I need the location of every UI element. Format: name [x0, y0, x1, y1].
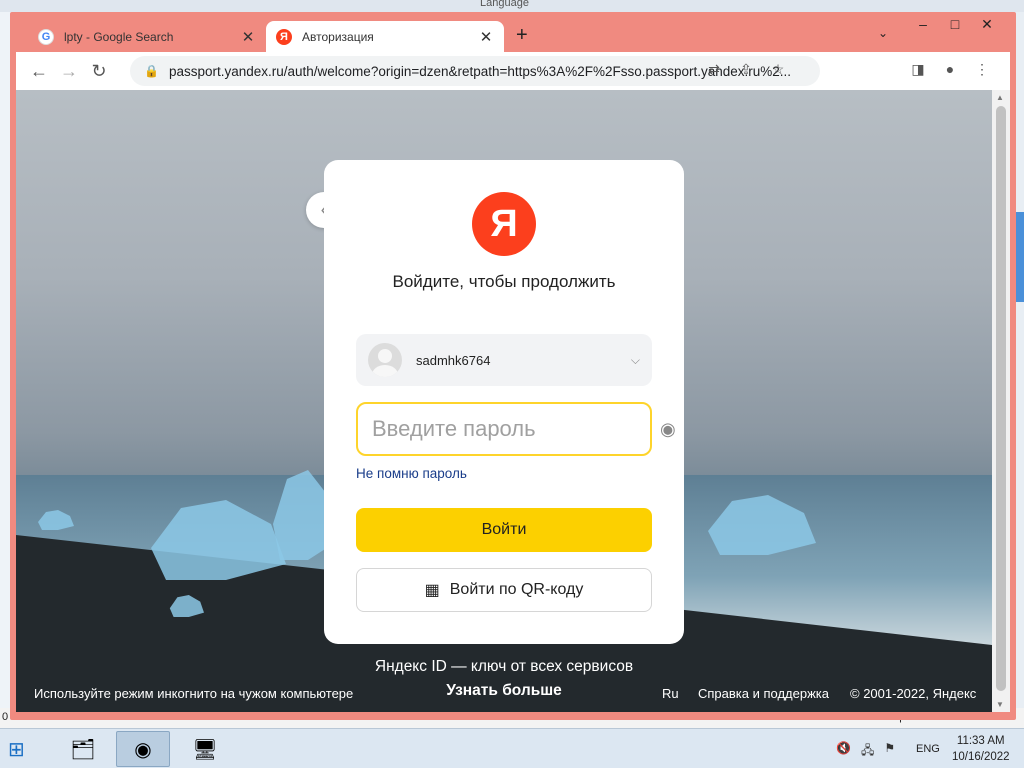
avatar [368, 343, 402, 377]
clock-time: 11:33 AM [956, 735, 1005, 747]
close-window-button[interactable]: ✕ [972, 16, 1002, 33]
close-icon[interactable]: ✕ [478, 28, 494, 46]
login-button[interactable]: Войти [356, 508, 652, 552]
share-icon[interactable]: ⇪ [736, 61, 756, 78]
close-icon[interactable]: ✕ [240, 28, 256, 46]
footer-tagline: Яндекс ID — ключ от всех сервисов [374, 658, 634, 675]
file-explorer-icon[interactable]: 🗂 [56, 731, 110, 767]
action-center-flag-icon[interactable]: ⚑ [884, 741, 895, 762]
profile-icon[interactable]: ● [940, 61, 960, 77]
browser-toolbar: ← → ↻ 🔒 passport.yandex.ru/auth/welcome?… [16, 52, 1010, 90]
scrollbar-thumb[interactable] [996, 106, 1006, 691]
lock-icon: 🔒 [144, 64, 159, 78]
forward-arrow-icon[interactable]: → [54, 61, 84, 82]
start-button-windows-icon[interactable]: ⊞ [8, 737, 38, 761]
reload-icon[interactable]: ↻ [84, 61, 114, 82]
volume-muted-icon[interactable]: 🔇 [836, 741, 851, 762]
taskbar: ⊞ 🗂 ◉ 🖥 🔇 🖧 ⚑ ENG 11:33 AM 10/16/2022 [0, 728, 1024, 768]
yandex-icon: Я [276, 28, 292, 45]
browser-window: G lpty - Google Search ✕ Я Авторизация ✕… [10, 12, 1016, 720]
network-app-icon[interactable]: 🖥 [178, 731, 232, 767]
copyright-link[interactable]: © 2001-2022, Яндекс [850, 686, 976, 701]
tab-strip: G lpty - Google Search ✕ Я Авторизация ✕… [10, 12, 1016, 52]
help-link[interactable]: Справка и поддержка [698, 686, 829, 701]
forgot-password-link[interactable]: Не помню пароль [356, 466, 467, 481]
scroll-up-icon[interactable]: ▲ [996, 93, 1004, 102]
tab-authorization[interactable]: Я Авторизация ✕ [266, 21, 504, 52]
bookmark-star-icon[interactable]: ☆ [768, 61, 788, 78]
google-icon: G [38, 28, 54, 45]
password-input[interactable] [372, 416, 660, 442]
password-field[interactable]: ◉ [356, 402, 676, 456]
page-content: ‹ Я Войдите, чтобы продолжить sadmhk6764… [16, 90, 992, 712]
yandex-logo-icon: Я [472, 192, 536, 256]
minimize-button[interactable]: – [908, 16, 938, 32]
maximize-button[interactable]: □ [940, 16, 970, 32]
menu-dots-icon[interactable]: ⋮ [972, 61, 992, 78]
background-window-title: Language [0, 0, 1024, 12]
translate-icon[interactable]: ⇄ [704, 61, 724, 78]
clock-date: 10/16/2022 [952, 751, 1010, 763]
qr-login-button[interactable]: ▦ Войти по QR-коду [356, 568, 652, 612]
account-login: sadmhk6764 [416, 352, 491, 368]
page-title: Войдите, чтобы продолжить [392, 272, 616, 291]
page-scrollbar[interactable]: ▲ ▼ [992, 90, 1010, 712]
language-indicator[interactable]: ENG [916, 743, 940, 755]
tab-search-chevron-icon[interactable]: ⌄ [878, 26, 888, 40]
scroll-down-icon[interactable]: ▼ [996, 700, 1004, 709]
clock[interactable]: 11:33 AM 10/16/2022 [952, 733, 1010, 765]
qr-code-icon: ▦ [424, 582, 440, 599]
tab-label: Авторизация [302, 29, 374, 44]
language-switch[interactable]: Ru [662, 686, 679, 701]
new-tab-button[interactable]: + [516, 24, 528, 47]
login-card: Я Войдите, чтобы продолжить sadmhk6764 ⌵… [324, 160, 684, 644]
back-arrow-icon[interactable]: ← [24, 61, 54, 82]
tab-label: lpty - Google Search [64, 29, 174, 44]
account-selector[interactable]: sadmhk6764 ⌵ [356, 334, 652, 386]
incognito-hint-link[interactable]: Используйте режим инкогнито на чужом ком… [34, 686, 353, 701]
url-text: passport.yandex.ru/auth/welcome?origin=d… [168, 63, 792, 79]
tab-google-search[interactable]: G lpty - Google Search ✕ [28, 21, 266, 52]
chevron-down-icon: ⌵ [630, 352, 640, 367]
system-tray: 🔇 🖧 ⚑ [836, 741, 895, 762]
eye-icon[interactable]: ◉ [660, 419, 676, 440]
qr-login-label: Войти по QR-коду [449, 581, 584, 598]
chrome-icon[interactable]: ◉ [116, 731, 170, 767]
side-panel-icon[interactable]: ◨ [908, 61, 928, 78]
background-title-text: Language [480, 0, 529, 9]
network-icon[interactable]: 🖧 [861, 741, 874, 762]
